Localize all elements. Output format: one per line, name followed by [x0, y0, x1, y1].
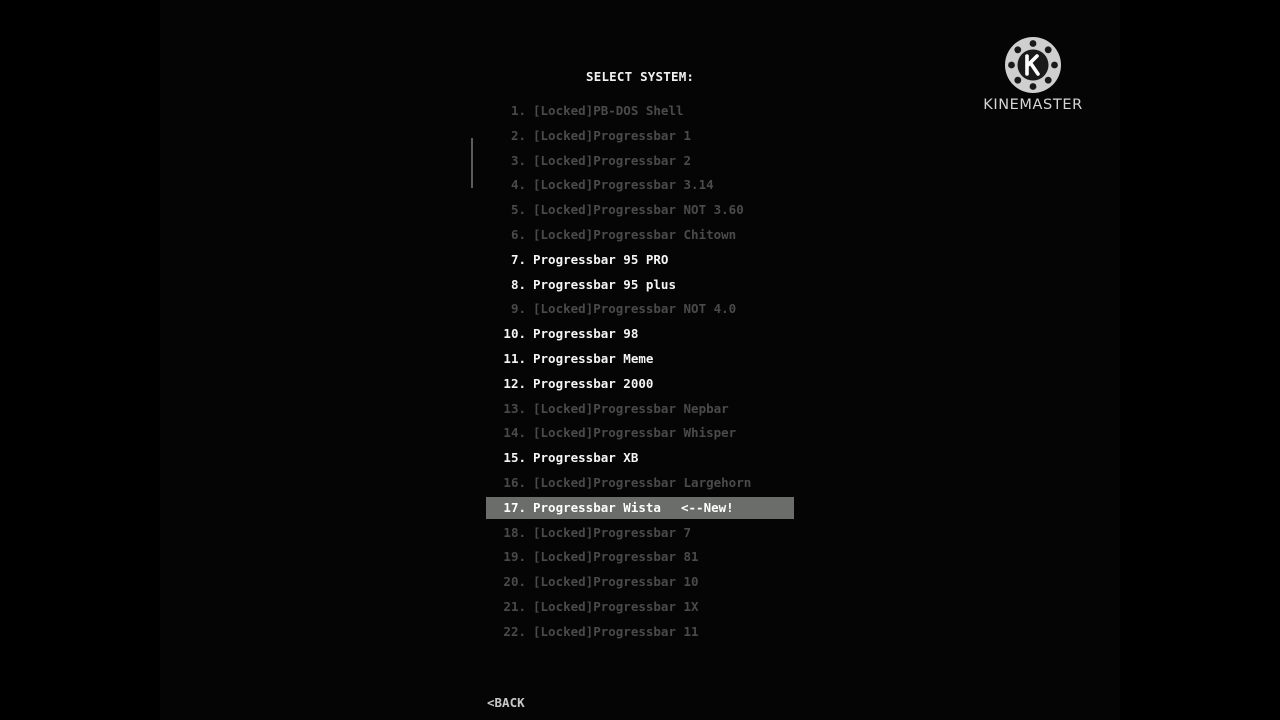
menu-item-label: Progressbar 2000: [533, 375, 654, 391]
system-menu-item[interactable]: 9. [Locked]Progressbar NOT 4.0: [486, 297, 794, 322]
menu-item-number: 14.: [503, 425, 526, 441]
new-badge: <--New!: [681, 500, 734, 516]
system-menu-item[interactable]: 15. Progressbar XB: [486, 446, 794, 471]
system-menu-item[interactable]: 8. Progressbar 95 plus: [486, 273, 794, 298]
menu-item-number: 10.: [503, 326, 526, 342]
menu-item-number: 1.: [510, 103, 526, 118]
menu-item-label: [Locked]Progressbar Largehorn: [533, 474, 752, 490]
menu-item-label: [Locked]Progressbar Whisper: [533, 425, 737, 441]
menu-item-number: 13.: [503, 400, 526, 416]
system-menu-item[interactable]: 20. [Locked]Progressbar 10: [486, 570, 794, 595]
menu-item-number: 5.: [510, 202, 526, 218]
menu-item-label: [Locked]PB-DOS Shell: [533, 103, 684, 118]
menu-item-number: 2.: [510, 127, 526, 143]
system-menu-item[interactable]: 6. [Locked]Progressbar Chitown: [486, 223, 794, 248]
menu-item-label: Progressbar 95 plus: [533, 276, 676, 292]
kinemaster-logo-icon: [1005, 37, 1061, 93]
menu-item-label: Progressbar 95 PRO: [533, 251, 669, 267]
system-menu-item[interactable]: 21. [Locked]Progressbar 1X: [486, 595, 794, 620]
system-menu-item[interactable]: 2. [Locked]Progressbar 1: [486, 124, 794, 149]
menu-item-label: Progressbar XB: [533, 450, 639, 466]
menu-item-label: Progressbar 98: [533, 326, 639, 342]
menu-item-number: 18.: [503, 524, 526, 540]
menu-item-label: Progressbar Meme: [533, 350, 654, 366]
scroll-indicator: [471, 138, 473, 188]
menu-item-number: 17.: [503, 500, 526, 516]
back-button[interactable]: <BACK: [487, 695, 525, 710]
menu-item-number: 12.: [503, 375, 526, 391]
system-menu-item[interactable]: 5. [Locked]Progressbar NOT 3.60: [486, 198, 794, 223]
menu-item-number: 21.: [503, 598, 526, 614]
menu-item-number: 7.: [510, 251, 526, 267]
menu-item-label: [Locked]Progressbar 7: [533, 524, 692, 540]
menu-item-number: 22.: [503, 623, 526, 639]
system-menu-item[interactable]: 10. Progressbar 98: [486, 322, 794, 347]
system-menu-item[interactable]: 13. [Locked]Progressbar Nepbar: [486, 397, 794, 422]
menu-item-number: 19.: [503, 549, 526, 565]
menu-item-label: [Locked]Progressbar 81: [533, 549, 699, 565]
system-menu-item[interactable]: 16. [Locked]Progressbar Largehorn: [486, 471, 794, 496]
system-menu-item[interactable]: 7. Progressbar 95 PRO: [486, 248, 794, 273]
system-menu-item[interactable]: 18. [Locked]Progressbar 7: [486, 521, 794, 546]
system-menu-item[interactable]: 22. [Locked]Progressbar 11: [486, 620, 794, 645]
menu-item-number: 16.: [503, 474, 526, 490]
system-menu-item[interactable]: 4. [Locked]Progressbar 3.14: [486, 173, 794, 198]
menu-item-label: [Locked]Progressbar 1X: [533, 598, 699, 614]
menu-item-number: 9.: [510, 301, 526, 317]
system-menu-item[interactable]: 3. [Locked]Progressbar 2: [486, 149, 794, 174]
system-menu-item[interactable]: 17. Progressbar Wista <--New!: [486, 497, 794, 520]
menu-item-label: [Locked]Progressbar NOT 4.0: [533, 301, 737, 317]
menu-item-number: 8.: [510, 276, 526, 292]
system-menu: 1. [Locked]PB-DOS Shell 2. [Locked]Progress…: [486, 99, 794, 645]
menu-item-number: 15.: [503, 450, 526, 466]
menu-item-label: [Locked]Progressbar 1: [533, 127, 692, 143]
kinemaster-brand-text: KINEMASTER: [983, 97, 1083, 113]
menu-item-number: 11.: [503, 350, 526, 366]
menu-item-label: [Locked]Progressbar 2: [533, 152, 692, 168]
menu-item-number: 3.: [510, 152, 526, 168]
page-title: SELECT SYSTEM:: [586, 69, 695, 84]
kinemaster-watermark: KINEMASTER: [978, 36, 1088, 113]
menu-item-label: [Locked]Progressbar 3.14: [533, 177, 714, 193]
menu-item-label: [Locked]Progressbar Chitown: [533, 226, 737, 242]
menu-item-number: 4.: [510, 177, 526, 193]
system-menu-item[interactable]: 12. Progressbar 2000: [486, 372, 794, 397]
menu-item-number: 20.: [503, 574, 526, 590]
system-menu-item[interactable]: 14. [Locked]Progressbar Whisper: [486, 421, 794, 446]
menu-item-label: [Locked]Progressbar Nepbar: [533, 400, 729, 416]
menu-item-label: [Locked]Progressbar 11: [533, 623, 699, 639]
system-menu-item[interactable]: 1. [Locked]PB-DOS Shell: [486, 99, 794, 124]
menu-item-label: [Locked]Progressbar NOT 3.60: [533, 202, 744, 218]
menu-item-label: [Locked]Progressbar 10: [533, 574, 699, 590]
system-menu-item[interactable]: 11. Progressbar Meme: [486, 347, 794, 372]
menu-item-number: 6.: [510, 226, 526, 242]
system-menu-item[interactable]: 19. [Locked]Progressbar 81: [486, 545, 794, 570]
menu-item-label: Progressbar Wista: [533, 500, 661, 516]
